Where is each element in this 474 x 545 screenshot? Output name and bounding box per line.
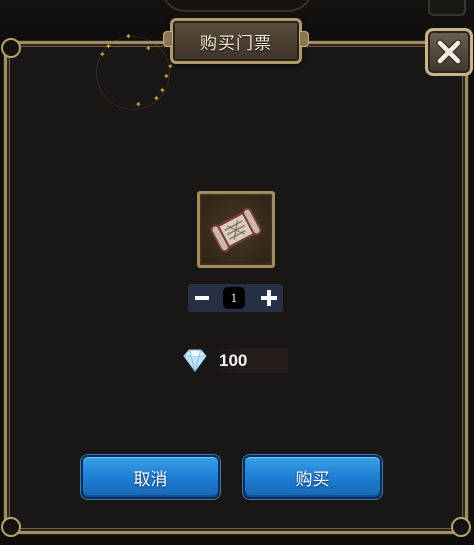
corner-ornament xyxy=(451,517,471,537)
cancel-button[interactable]: 取消 xyxy=(81,455,220,499)
sparkle-icon: ✦ xyxy=(163,72,170,81)
dialog-title: 购买门票 xyxy=(200,33,272,54)
corner-ornament xyxy=(1,517,21,537)
diamond-icon xyxy=(183,349,207,373)
increase-quantity-button[interactable] xyxy=(255,284,283,312)
sparkle-ring-decoration: ✦ ✦ ✦ ✦ ✦ ✦ ✦ ✦ ✦ xyxy=(96,32,174,110)
buy-button-label: 购买 xyxy=(295,469,330,490)
sparkle-icon: ✦ xyxy=(145,44,152,53)
plus-icon xyxy=(261,290,277,306)
sparkle-icon: ✦ xyxy=(125,32,132,41)
background-arch xyxy=(160,0,314,12)
quantity-stepper: 1 xyxy=(188,284,283,312)
price-row: 100 xyxy=(180,348,290,374)
cancel-button-label: 取消 xyxy=(133,469,168,490)
title-plaque: 购买门票 xyxy=(163,18,309,64)
minus-icon xyxy=(195,296,209,300)
sparkle-icon: ✦ xyxy=(135,100,142,109)
price-amount: 100 xyxy=(219,351,248,370)
close-x-icon xyxy=(436,39,462,65)
sparkle-icon: ✦ xyxy=(159,86,166,95)
buy-button[interactable]: 购买 xyxy=(243,455,382,499)
sparkle-icon: ✦ xyxy=(153,94,160,103)
quantity-value[interactable]: 1 xyxy=(223,287,245,309)
background-corner-button xyxy=(428,0,466,16)
item-slot xyxy=(197,191,275,268)
sparkle-icon: ✦ xyxy=(99,50,106,59)
sparkle-icon: ✦ xyxy=(105,42,112,51)
close-button[interactable] xyxy=(425,28,473,76)
sparkle-icon: ✦ xyxy=(167,62,174,71)
corner-ornament xyxy=(1,38,21,58)
ticket-scroll-icon xyxy=(210,207,262,253)
decrease-quantity-button[interactable] xyxy=(188,284,216,312)
